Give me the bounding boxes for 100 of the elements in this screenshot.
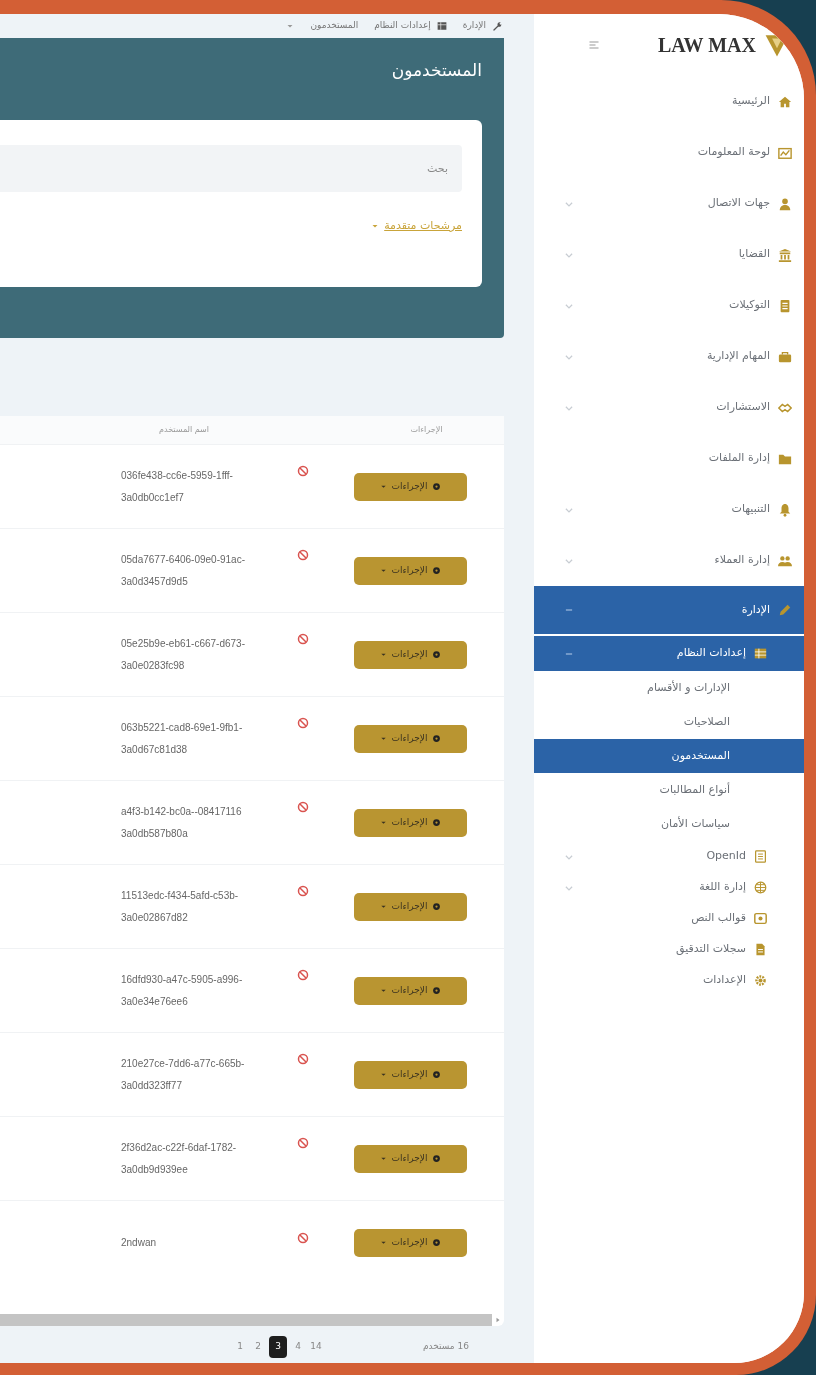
gear-icon	[754, 974, 767, 987]
gear-icon	[432, 1154, 442, 1163]
actions-button[interactable]: الإجراءات	[354, 976, 467, 1005]
sidebar-item[interactable]: الإعدادات	[534, 965, 804, 996]
ban-icon	[297, 464, 309, 477]
page-button[interactable]: 1	[233, 1336, 247, 1358]
caret-icon	[379, 1239, 387, 1246]
username-cell-text: 2f36d2ac-c22f-6daf-1782-3a0db9d939ee	[121, 1140, 238, 1177]
caret-icon	[286, 22, 295, 30]
gear-icon	[432, 902, 442, 911]
gear-icon	[432, 566, 442, 575]
page-button[interactable]: 3	[269, 1336, 287, 1358]
sidebar-item[interactable]: OpenId	[534, 841, 804, 872]
sidebar-item[interactable]: أنواع المطالبات	[534, 773, 804, 807]
sidebar-item[interactable]: الإدارة	[534, 586, 804, 634]
actions-button[interactable]: الإجراءات	[354, 1228, 467, 1257]
caret-icon	[379, 903, 387, 910]
ban-icon	[297, 884, 309, 897]
sidebar-item[interactable]: قوالب النص	[534, 903, 804, 934]
sidebar-item[interactable]: جهات الاتصال	[534, 178, 804, 229]
ban-icon	[297, 548, 309, 561]
gear-icon	[432, 482, 442, 491]
search-field[interactable]: بحث	[0, 145, 462, 192]
scrollbar[interactable]	[0, 1314, 492, 1326]
table-icon	[754, 647, 767, 660]
briefcase-icon	[778, 349, 792, 364]
file-icon	[754, 943, 767, 956]
sidebar-item[interactable]: القضايا	[534, 229, 804, 280]
actions-button[interactable]: الإجراءات	[354, 808, 467, 837]
sidebar-item[interactable]: سياسات الأمان	[534, 807, 804, 841]
bell-icon	[778, 502, 792, 517]
ban-icon	[297, 968, 309, 981]
ban-icon	[297, 800, 309, 813]
gear-icon	[432, 818, 442, 827]
record-count: 16 مستخدم	[423, 1340, 469, 1354]
username-cell-text: a4f3-b142-bc0a--08417116 3a0db587b80a	[121, 804, 243, 841]
username-cell-text: 05da7677-6406-09e0-91ac-3a0d3457d9d5	[121, 552, 246, 589]
caret-icon	[379, 651, 387, 658]
username-cell-text: 05e25b9e-eb61-c667-d673-3a0e0283fc98	[121, 636, 246, 673]
actions-button[interactable]: الإجراءات	[354, 556, 467, 585]
sidebar-item[interactable]: المستخدمون	[534, 739, 804, 773]
gear-icon	[432, 734, 442, 743]
sidebar-item[interactable]: إدارة اللغة	[534, 872, 804, 903]
page-title: المستخدمون	[390, 59, 482, 82]
ban-icon	[297, 1231, 309, 1244]
home-icon	[778, 94, 792, 109]
sidebar-item[interactable]: الرئيسية	[534, 76, 804, 127]
caret-icon	[379, 1155, 387, 1162]
username-cell-text: 210e27ce-7dd6-a77c-665b-3a0dd323ff77	[121, 1056, 246, 1093]
sidebar-item[interactable]: التوكيلات	[534, 280, 804, 331]
ban-icon	[297, 1052, 309, 1065]
globe-icon	[754, 881, 767, 894]
sidebar-item[interactable]: الصلاحيات	[534, 705, 804, 739]
gear-icon	[432, 1238, 442, 1247]
breadcrumb-link[interactable]: المستخدمون	[310, 19, 359, 33]
table-icon	[436, 21, 447, 31]
sidebar-item[interactable]: لوحة المعلومات	[534, 127, 804, 178]
gear-icon	[432, 650, 442, 659]
wrench-icon	[492, 21, 502, 31]
actions-button[interactable]: الإجراءات	[354, 472, 467, 501]
actions-button[interactable]: الإجراءات	[354, 640, 467, 669]
username-cell-text: 11513edc-f434-5afd-c53b-3a0e02867d82	[121, 888, 240, 925]
sidebar-item[interactable]: الإدارات و الأقسام	[534, 671, 804, 705]
actions-button[interactable]: الإجراءات	[354, 892, 467, 921]
caret-icon	[379, 819, 387, 826]
username-cell-text: 036fe438-cc6e-5959-1fff-3a0db0cc1ef7	[121, 468, 234, 505]
sidebar-item[interactable]: التنبيهات	[534, 484, 804, 535]
gear-icon	[432, 1070, 442, 1079]
menu-icon	[588, 39, 600, 51]
column-header[interactable]: اسم المستخدم	[159, 425, 209, 434]
actions-button[interactable]: الإجراءات	[354, 1060, 467, 1089]
sidebar-item[interactable]: الاستشارات	[534, 382, 804, 433]
sidebar-item[interactable]: إعدادات النظام	[534, 636, 804, 671]
breadcrumb-link[interactable]: الإدارة	[462, 19, 486, 33]
page-button[interactable]: 2	[251, 1336, 265, 1358]
username-cell-text: 2ndwan	[121, 1235, 158, 1250]
column-header: الإجراءات	[409, 424, 443, 436]
sidebar-item[interactable]: إدارة العملاء	[534, 535, 804, 586]
chart-icon	[778, 145, 792, 160]
username-cell-text: 16dfd930-a47c-5905-a996-3a0e34e76ee6	[121, 972, 244, 1009]
page-button[interactable]: 4	[291, 1336, 305, 1358]
actions-button[interactable]: الإجراءات	[354, 1144, 467, 1173]
grid-icon	[754, 850, 767, 863]
sidebar-item[interactable]: المهام الإدارية	[534, 331, 804, 382]
actions-button[interactable]: الإجراءات	[354, 724, 467, 753]
pencil-icon	[778, 603, 792, 617]
ban-icon	[297, 1136, 309, 1149]
gear-icon	[432, 986, 442, 995]
sidebar-item[interactable]: سجلات التدقيق	[534, 934, 804, 965]
caret-icon	[379, 987, 387, 994]
page-button[interactable]: 14	[309, 1336, 323, 1358]
caret-icon	[379, 567, 387, 574]
caret-icon	[379, 1071, 387, 1078]
building-icon	[778, 247, 792, 262]
breadcrumb-link[interactable]: إعدادات النظام	[374, 19, 431, 33]
ban-icon	[297, 632, 309, 645]
caret-icon	[379, 483, 387, 490]
user-icon	[778, 196, 792, 211]
users-icon	[778, 553, 792, 568]
sidebar-item[interactable]: إدارة الملفات	[534, 433, 804, 484]
